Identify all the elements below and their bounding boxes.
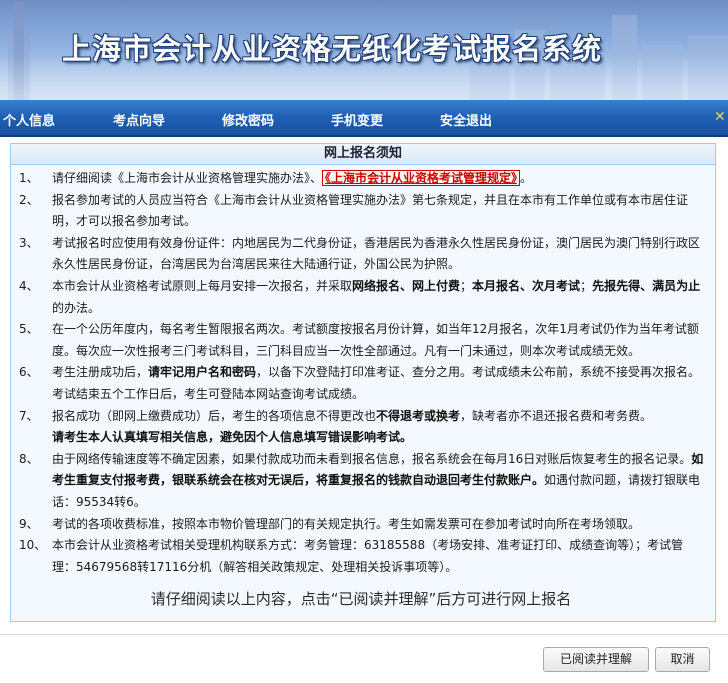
notice-title: 网上报名须知 [11, 144, 715, 165]
divider [0, 634, 728, 635]
registration-notice-panel: 网上报名须知 1、 请仔细阅读《上海市会计从业资格管理实施办法》、 《上海市会计从… [10, 143, 716, 622]
nav-decoration-icon: ✕ [714, 109, 726, 125]
notice-item: 3、 考试报名时应使用有效身份证件：内地居民为二代身份证，香港居民为香港永久性居… [19, 235, 701, 272]
notice-item: 10、 本市会计从业资格考试相关受理机构联系方式：考务管理：63185588（考… [19, 538, 684, 574]
notice-item: 9、 考试的各项收费标准，按照本市物价管理部门的有关规定执行。考生如需发票可在参… [19, 516, 641, 531]
notice-item: 2、 报名参加考试的人员应当符合《上海市会计从业资格管理实施办法》第七条规定，并… [19, 192, 689, 229]
notice-item: 5、 在一个公历年度内，每名考生暂限报名两次。考试额度按报名月份计算，如当年12… [19, 322, 699, 358]
nav-exam-site-guide[interactable]: 考点向导 [113, 110, 165, 129]
header-banner: 上海市会计从业资格无纸化考试报名系统 [0, 0, 728, 100]
system-title: 上海市会计从业资格无纸化考试报名系统 [62, 32, 603, 66]
agree-button[interactable]: 已阅读并理解 [543, 647, 649, 672]
notice-item: 8、 由于网络传输速度等不确定因素，如果付款成功而未看到报名信息，报名系统会在每… [19, 451, 704, 509]
nav-change-phone[interactable]: 手机变更 [331, 110, 383, 129]
main-nav: 个人信息 考点向导 修改密码 手机变更 安全退出 ✕ [0, 100, 728, 137]
nav-logout[interactable]: 安全退出 [440, 110, 492, 129]
cancel-button[interactable]: 取消 [655, 647, 710, 672]
nav-change-password[interactable]: 修改密码 [222, 110, 274, 129]
notice-item: 6、 考生注册成功后，请牢记用户名和密码，以备下次登陆打印准考证、查分之用。考试… [19, 365, 701, 401]
nav-personal-info[interactable]: 个人信息 [3, 110, 55, 129]
notice-item: 7、 报名成功（即网上缴费成功）后，考生的各项信息不得更改也不得退考或换考，缺考… [19, 408, 653, 445]
notice-item: 4、 本市会计从业资格考试原则上每月安排一次报名，并采取网络报名、网上付费；本月… [19, 278, 701, 315]
exam-regulation-link[interactable]: 《上海市会计从业资格考试管理规定》 [322, 170, 521, 186]
notice-item: 1、 请仔细阅读《上海市会计从业资格管理实施办法》、 《上海市会计从业资格考试管理… [19, 170, 533, 186]
notice-footer-instruction: 请仔细阅读以上内容，点击“已阅读并理解”后方可进行网上报名 [150, 590, 572, 609]
